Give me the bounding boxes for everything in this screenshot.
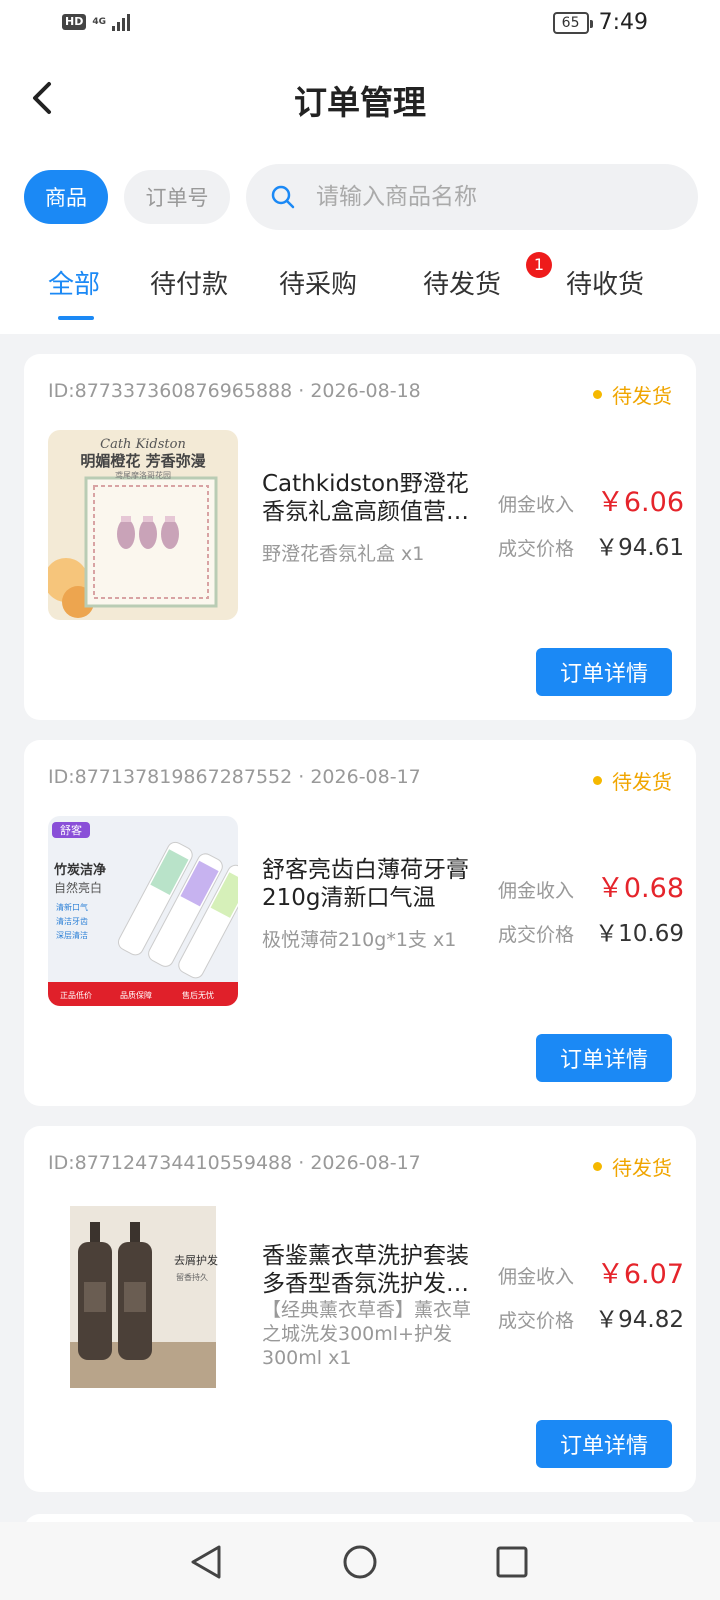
order-status-label: 待发货 bbox=[612, 770, 672, 794]
nav-back-icon[interactable] bbox=[186, 1542, 226, 1582]
product-sku: 极悦薄荷210g*1支 x1 bbox=[262, 929, 457, 951]
pending-shipment-badge: 1 bbox=[526, 252, 552, 278]
product-name[interactable]: Cathkidston野澄花香氛礼盒高颜值营… bbox=[262, 470, 480, 526]
order-card[interactable]: ID:877124734410559488 · 2026-08-17 待发货 去… bbox=[24, 1126, 696, 1492]
product-image[interactable]: 舒客 竹炭洁净 自然亮白 清新口气 清洁牙齿 深层清洁 正品低价 品质保障 售后… bbox=[48, 816, 238, 1006]
search-box[interactable] bbox=[246, 164, 698, 230]
product-image-footer: 品质保障 bbox=[120, 990, 152, 1000]
order-detail-button[interactable]: 订单详情 bbox=[536, 648, 672, 696]
product-sku: 野澄花香氛礼盒 x1 bbox=[262, 543, 425, 565]
order-status: 待发货 bbox=[593, 766, 672, 795]
product-image-subtitle: 鸢尾摩洛哥花园 bbox=[115, 470, 171, 480]
network-type: 4G bbox=[92, 17, 106, 27]
product-image[interactable]: 去屑护发 留香持久 bbox=[48, 1202, 238, 1392]
order-status: 待发货 bbox=[593, 1152, 672, 1181]
price-value: ￥94.82 bbox=[595, 1307, 684, 1333]
product-image-subtitle: 留香持久 bbox=[176, 1272, 208, 1282]
tab-pending-payment[interactable]: 待付款 bbox=[150, 264, 228, 301]
tab-all[interactable]: 全部 bbox=[48, 264, 100, 301]
price-value: ￥10.69 bbox=[595, 921, 684, 947]
commission-row: 佣金收入 ￥6.06 bbox=[498, 480, 684, 519]
product-sku: 【经典薰衣草香】薰衣草之城洗发300ml+护发300ml x1 bbox=[262, 1299, 472, 1369]
product-image-headline: 明媚橙花 芳香弥漫 bbox=[80, 452, 206, 470]
product-name[interactable]: 舒客亮齿白薄荷牙膏210g清新口气温和… bbox=[262, 856, 480, 912]
product-image[interactable]: Cath Kidston 明媚橙花 芳香弥漫 鸢尾摩洛哥花园 bbox=[48, 430, 238, 620]
search-input[interactable] bbox=[316, 184, 676, 210]
product-image-headline: 竹炭洁净 bbox=[53, 862, 106, 878]
price-value: ￥94.61 bbox=[595, 535, 684, 561]
status-dot-icon bbox=[593, 1162, 602, 1171]
product-image-footer: 售后无忧 bbox=[182, 990, 214, 1000]
search-icon bbox=[270, 184, 296, 210]
price-row: 成交价格 ￥94.82 bbox=[498, 1300, 684, 1334]
product-image-point: 深层清洁 bbox=[56, 930, 88, 940]
order-detail-button[interactable]: 订单详情 bbox=[536, 1034, 672, 1082]
nav-recents-icon[interactable] bbox=[492, 1542, 532, 1582]
order-status-label: 待发货 bbox=[612, 1156, 672, 1180]
order-card[interactable]: ID:877137819867287552 · 2026-08-17 待发货 舒… bbox=[24, 740, 696, 1106]
commission-label: 佣金收入 bbox=[498, 880, 575, 902]
price-label: 成交价格 bbox=[498, 1310, 575, 1332]
order-detail-button[interactable]: 订单详情 bbox=[536, 1420, 672, 1468]
order-status: 待发货 bbox=[593, 380, 672, 409]
commission-row: 佣金收入 ￥0.68 bbox=[498, 866, 684, 905]
product-image-point: 清新口气 bbox=[56, 902, 88, 912]
product-image-subtitle: 自然亮白 bbox=[54, 880, 102, 895]
product-image-headline: 去屑护发 bbox=[174, 1253, 218, 1267]
commission-value: ￥6.06 bbox=[596, 487, 684, 518]
hd-indicator: HD bbox=[62, 14, 87, 30]
search-type-product-chip[interactable]: 商品 bbox=[24, 170, 108, 224]
order-card[interactable]: ID:877337360876965888 · 2026-08-18 待发货 C… bbox=[24, 354, 696, 720]
commission-label: 佣金收入 bbox=[498, 1266, 575, 1288]
battery-icon: 65 bbox=[552, 11, 593, 34]
commission-value: ￥6.07 bbox=[596, 1259, 684, 1290]
system-nav-bar bbox=[0, 1522, 720, 1600]
price-label: 成交价格 bbox=[498, 924, 575, 946]
search-type-order-chip[interactable]: 订单号 bbox=[124, 170, 230, 224]
commission-row: 佣金收入 ￥6.07 bbox=[498, 1252, 684, 1291]
active-tab-indicator bbox=[58, 316, 94, 320]
signal-icon bbox=[112, 13, 130, 31]
price-label: 成交价格 bbox=[498, 538, 575, 560]
page-title: 订单管理 bbox=[294, 83, 426, 122]
commission-value: ￥0.68 bbox=[596, 873, 684, 904]
price-row: 成交价格 ￥94.61 bbox=[498, 528, 684, 562]
price-row: 成交价格 ￥10.69 bbox=[498, 914, 684, 948]
status-dot-icon bbox=[593, 776, 602, 785]
order-tabs: 全部 待付款 待采购 待发货 待收货 bbox=[0, 244, 720, 334]
order-id-date: ID:877124734410559488 · 2026-08-17 bbox=[48, 1152, 421, 1174]
commission-label: 佣金收入 bbox=[498, 494, 575, 516]
tab-pending-shipment[interactable]: 待发货 bbox=[423, 264, 501, 301]
order-id-date: ID:877137819867287552 · 2026-08-17 bbox=[48, 766, 421, 788]
product-name[interactable]: 香鉴薰衣草洗护套装多香型香氛洗护发… bbox=[262, 1242, 480, 1298]
nav-home-icon[interactable] bbox=[340, 1542, 380, 1582]
order-id-date: ID:877337360876965888 · 2026-08-18 bbox=[48, 380, 421, 402]
search-row: 商品 订单号 bbox=[0, 146, 720, 244]
tab-pending-purchase[interactable]: 待采购 bbox=[279, 264, 357, 301]
product-image-brand: 舒客 bbox=[60, 823, 82, 837]
nav-bar: 订单管理 bbox=[0, 50, 720, 146]
product-image-footer: 正品低价 bbox=[60, 990, 92, 1000]
status-dot-icon bbox=[593, 390, 602, 399]
status-bar: HD 4G 65 7:49 bbox=[0, 0, 720, 50]
product-image-brand: Cath Kidston bbox=[100, 437, 186, 452]
order-status-label: 待发货 bbox=[612, 384, 672, 408]
tab-pending-receipt[interactable]: 待收货 bbox=[566, 264, 644, 301]
clock: 7:49 bbox=[598, 10, 648, 35]
product-image-point: 清洁牙齿 bbox=[56, 916, 88, 926]
